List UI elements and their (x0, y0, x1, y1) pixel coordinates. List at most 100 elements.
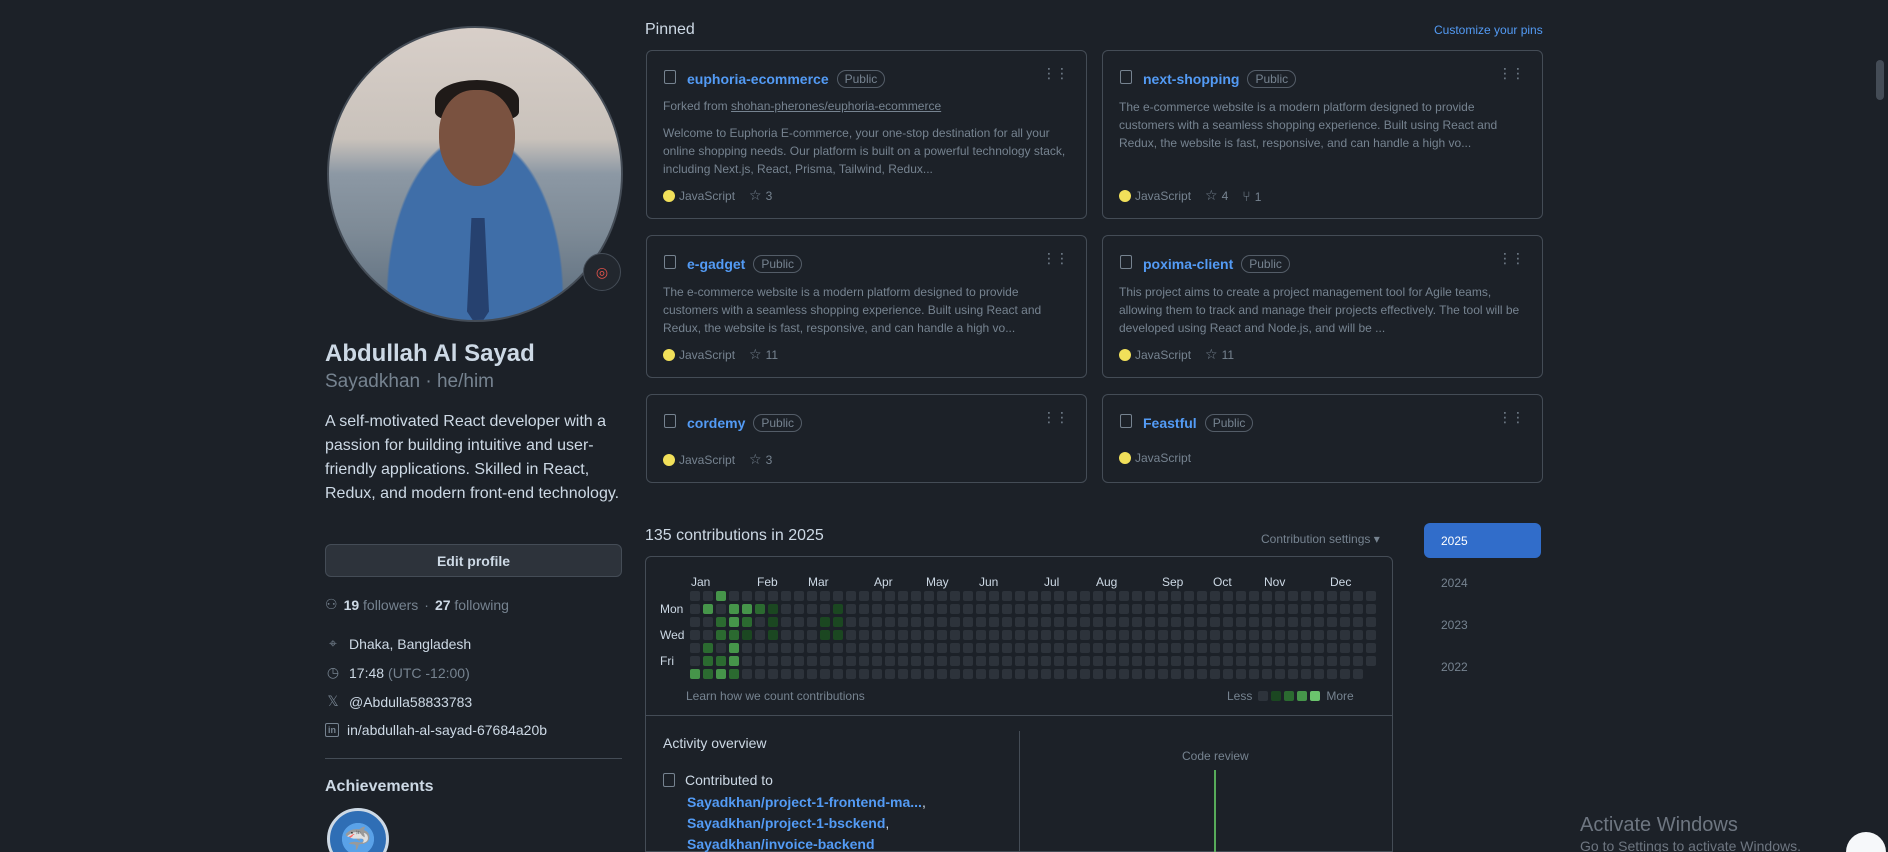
contribution-cell[interactable] (989, 669, 999, 679)
contribution-cell[interactable] (716, 630, 726, 640)
contribution-cell[interactable] (1353, 591, 1363, 601)
contribution-cell[interactable] (1288, 643, 1298, 653)
contribution-cell[interactable] (1119, 669, 1129, 679)
contribution-cell[interactable] (1353, 643, 1363, 653)
contribution-cell[interactable] (1028, 643, 1038, 653)
contribution-cell[interactable] (1002, 591, 1012, 601)
contribution-cell[interactable] (690, 656, 700, 666)
contribution-cell[interactable] (1041, 669, 1051, 679)
contribution-cell[interactable] (1366, 591, 1376, 601)
contribution-cell[interactable] (820, 604, 830, 614)
contributed-repo-link[interactable]: Sayadkhan/project-1-frontend-ma... (687, 794, 922, 810)
contribution-cell[interactable] (937, 604, 947, 614)
contribution-cell[interactable] (911, 669, 921, 679)
contribution-cell[interactable] (937, 591, 947, 601)
contribution-cell[interactable] (807, 604, 817, 614)
contribution-cell[interactable] (755, 630, 765, 640)
contribution-cell[interactable] (703, 630, 713, 640)
contribution-cell[interactable] (690, 643, 700, 653)
contribution-cell[interactable] (1262, 669, 1272, 679)
contribution-cell[interactable] (1093, 669, 1103, 679)
contribution-cell[interactable] (924, 617, 934, 627)
contribution-cell[interactable] (846, 617, 856, 627)
contribution-cell[interactable] (1197, 656, 1207, 666)
contribution-cell[interactable] (1288, 656, 1298, 666)
contribution-cell[interactable] (885, 669, 895, 679)
contribution-cell[interactable] (885, 630, 895, 640)
contribution-cell[interactable] (755, 656, 765, 666)
contribution-cell[interactable] (911, 630, 921, 640)
contribution-cell[interactable] (1028, 591, 1038, 601)
contribution-cell[interactable] (1067, 669, 1077, 679)
contribution-cell[interactable] (1223, 591, 1233, 601)
contribution-cell[interactable] (1002, 617, 1012, 627)
contribution-cell[interactable] (976, 617, 986, 627)
contribution-cell[interactable] (1028, 604, 1038, 614)
contribution-cell[interactable] (755, 643, 765, 653)
contribution-cell[interactable] (846, 669, 856, 679)
contribution-cell[interactable] (1288, 669, 1298, 679)
contribution-cell[interactable] (989, 617, 999, 627)
contribution-cell[interactable] (885, 617, 895, 627)
contribution-cell[interactable] (963, 669, 973, 679)
contribution-cell[interactable] (911, 643, 921, 653)
repo-link[interactable]: Feastful (1143, 415, 1197, 431)
contribution-cell[interactable] (1119, 591, 1129, 601)
contribution-cell[interactable] (885, 656, 895, 666)
contribution-cell[interactable] (1041, 630, 1051, 640)
contribution-cell[interactable] (768, 617, 778, 627)
contribution-cell[interactable] (1002, 669, 1012, 679)
contribution-cell[interactable] (807, 617, 817, 627)
contribution-cell[interactable] (833, 669, 843, 679)
contribution-cell[interactable] (807, 656, 817, 666)
contribution-cell[interactable] (898, 591, 908, 601)
floating-chat-button[interactable] (1846, 832, 1886, 852)
contribution-cell[interactable] (1353, 656, 1363, 666)
contribution-cell[interactable] (950, 669, 960, 679)
contributed-repo-link[interactable]: Sayadkhan/project-1-bsckend (687, 815, 885, 831)
contribution-cell[interactable] (1132, 643, 1142, 653)
contribution-cell[interactable] (1327, 643, 1337, 653)
contribution-cell[interactable] (1366, 604, 1376, 614)
contribution-cell[interactable] (742, 669, 752, 679)
drag-handle-icon[interactable]: ⋮⋮ (1498, 251, 1525, 265)
contribution-cell[interactable] (1171, 630, 1181, 640)
contribution-cell[interactable] (1262, 643, 1272, 653)
contribution-cell[interactable] (937, 643, 947, 653)
contribution-cell[interactable] (1184, 591, 1194, 601)
repo-link[interactable]: e-gadget (687, 256, 745, 272)
contribution-cell[interactable] (1236, 630, 1246, 640)
contribution-cell[interactable] (1314, 643, 1324, 653)
contribution-cell[interactable] (1145, 669, 1155, 679)
contribution-cell[interactable] (1236, 656, 1246, 666)
following-link[interactable]: 27 following (435, 597, 509, 613)
contribution-cell[interactable] (690, 669, 700, 679)
contribution-cell[interactable] (768, 604, 778, 614)
contribution-cell[interactable] (1340, 643, 1350, 653)
contribution-cell[interactable] (937, 669, 947, 679)
contribution-cell[interactable] (846, 630, 856, 640)
contribution-cell[interactable] (1366, 630, 1376, 640)
contribution-cell[interactable] (1145, 617, 1155, 627)
contribution-cell[interactable] (690, 591, 700, 601)
contribution-cell[interactable] (1080, 630, 1090, 640)
contribution-cell[interactable] (729, 656, 739, 666)
contribution-cell[interactable] (1275, 656, 1285, 666)
contribution-cell[interactable] (1249, 656, 1259, 666)
contribution-cell[interactable] (976, 656, 986, 666)
contribution-cell[interactable] (794, 669, 804, 679)
contribution-cell[interactable] (1275, 630, 1285, 640)
contribution-cell[interactable] (1054, 643, 1064, 653)
contribution-cell[interactable] (729, 617, 739, 627)
contribution-cell[interactable] (1275, 617, 1285, 627)
contribution-cell[interactable] (1067, 604, 1077, 614)
contribution-cell[interactable] (1275, 643, 1285, 653)
contribution-cell[interactable] (1197, 591, 1207, 601)
contribution-cell[interactable] (1054, 656, 1064, 666)
contribution-cell[interactable] (1301, 630, 1311, 640)
contribution-cell[interactable] (859, 656, 869, 666)
contribution-cell[interactable] (911, 604, 921, 614)
contribution-cell[interactable] (820, 591, 830, 601)
contribution-cell[interactable] (1327, 656, 1337, 666)
contribution-cell[interactable] (1080, 591, 1090, 601)
